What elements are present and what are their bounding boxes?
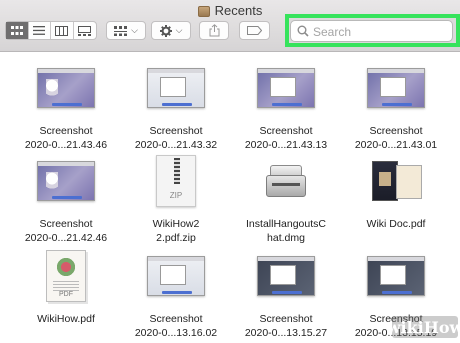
file-item[interactable]: ZIP WikiHow2 2.pdf.zip [121, 145, 231, 245]
file-item[interactable]: Screenshot 2020-0...21.43.46 [11, 52, 121, 152]
file-name-line1: InstallHangoutsC [246, 218, 326, 230]
file-thumbnail [341, 145, 451, 217]
columns-icon [55, 25, 69, 36]
file-item[interactable]: Wiki Doc.pdf [341, 145, 451, 231]
file-item[interactable]: Screenshot 2020-0...21.43.01 [341, 52, 451, 152]
screenshot-thumbnail [147, 256, 205, 296]
screenshot-thumbnail [147, 68, 205, 108]
file-name-line1: Screenshot [39, 218, 93, 230]
file-item[interactable]: Screenshot 2020-0...21.42.46 [11, 145, 121, 245]
file-name-line2: 2020-0...13.15.27 [244, 327, 328, 339]
file-thumbnail [231, 240, 341, 312]
file-thumbnail [11, 145, 121, 217]
zip-label: ZIP [169, 191, 183, 200]
pdf-preview-icon [368, 159, 424, 203]
finder-window: Recents ⌵ ⌵ Search Screenshot 2020-0...2… [0, 0, 460, 343]
screenshot-thumbnail [367, 68, 425, 108]
tag-button[interactable] [239, 21, 270, 40]
file-thumbnail [121, 240, 231, 312]
action-button[interactable]: ⌵ [151, 21, 191, 40]
finder-toolbar: Recents ⌵ ⌵ Search [0, 0, 460, 52]
screenshot-thumbnail [257, 256, 315, 296]
file-name-line1: WikiHow2 [152, 218, 200, 230]
file-thumbnail [231, 145, 341, 217]
file-name-line1: WikiHow.pdf [37, 313, 95, 325]
screenshot-thumbnail [367, 256, 425, 296]
file-item[interactable]: PDF WikiHow.pdf [11, 240, 121, 326]
share-button[interactable] [199, 21, 229, 40]
file-name-line1: Screenshot [259, 125, 313, 137]
search-placeholder: Search [313, 25, 352, 39]
file-item[interactable]: Screenshot 2020-0...21.43.32 [121, 52, 231, 152]
file-item[interactable]: Screenshot 2020-0...13.15.27 [231, 240, 341, 340]
screenshot-thumbnail [37, 161, 95, 201]
pdf-label: PDF [59, 291, 73, 298]
disk-image-icon [264, 159, 308, 203]
group-by-icon [114, 25, 128, 36]
group-by-button[interactable]: ⌵ [106, 21, 146, 40]
share-icon [209, 24, 219, 37]
view-mode-control [5, 21, 97, 40]
zipper-icon [174, 158, 180, 184]
list-view-button[interactable] [29, 22, 51, 39]
pdf-file-icon: PDF [46, 250, 86, 302]
screenshot-thumbnail [257, 68, 315, 108]
file-thumbnail [231, 52, 341, 124]
file-item[interactable]: InstallHangoutsC hat.dmg [231, 145, 341, 245]
file-name-line1: Wiki Doc.pdf [366, 218, 426, 230]
icon-view-button[interactable] [6, 22, 29, 39]
file-name-line1: Screenshot [149, 313, 203, 325]
file-thumbnail [121, 52, 231, 124]
tag-icon [247, 26, 262, 35]
chevron-down-icon: ⌵ [175, 25, 183, 35]
file-name-line1: Screenshot [39, 125, 93, 137]
gallery-icon [78, 25, 92, 36]
file-name-line1: Screenshot [149, 125, 203, 137]
window-title: Recents [214, 3, 263, 18]
chevron-down-icon: ⌵ [131, 25, 138, 35]
file-item[interactable]: Screenshot 2020-0...21.43.13 [231, 52, 341, 152]
search-icon [297, 25, 309, 37]
wikihow-watermark: wikiHow [386, 316, 460, 338]
grid-icon [10, 25, 23, 35]
search-input[interactable]: Search [290, 20, 453, 42]
file-thumbnail: PDF [11, 240, 121, 312]
file-thumbnail [341, 52, 451, 124]
file-name-line2: 2020-0...13.16.02 [134, 327, 218, 339]
file-thumbnail: ZIP [121, 145, 231, 217]
zip-file-icon: ZIP [156, 155, 196, 207]
file-item[interactable]: Screenshot 2020-0...13.16.02 [121, 240, 231, 340]
gear-icon [159, 24, 172, 37]
file-thumbnail [11, 52, 121, 124]
file-name-line1: Screenshot [259, 313, 313, 325]
gallery-view-button[interactable] [74, 22, 96, 39]
screenshot-thumbnail [37, 68, 95, 108]
file-thumbnail [341, 240, 451, 312]
column-view-button[interactable] [51, 22, 74, 39]
folder-icon [197, 6, 210, 17]
list-icon [33, 26, 46, 35]
file-name-line1: Screenshot [369, 125, 423, 137]
